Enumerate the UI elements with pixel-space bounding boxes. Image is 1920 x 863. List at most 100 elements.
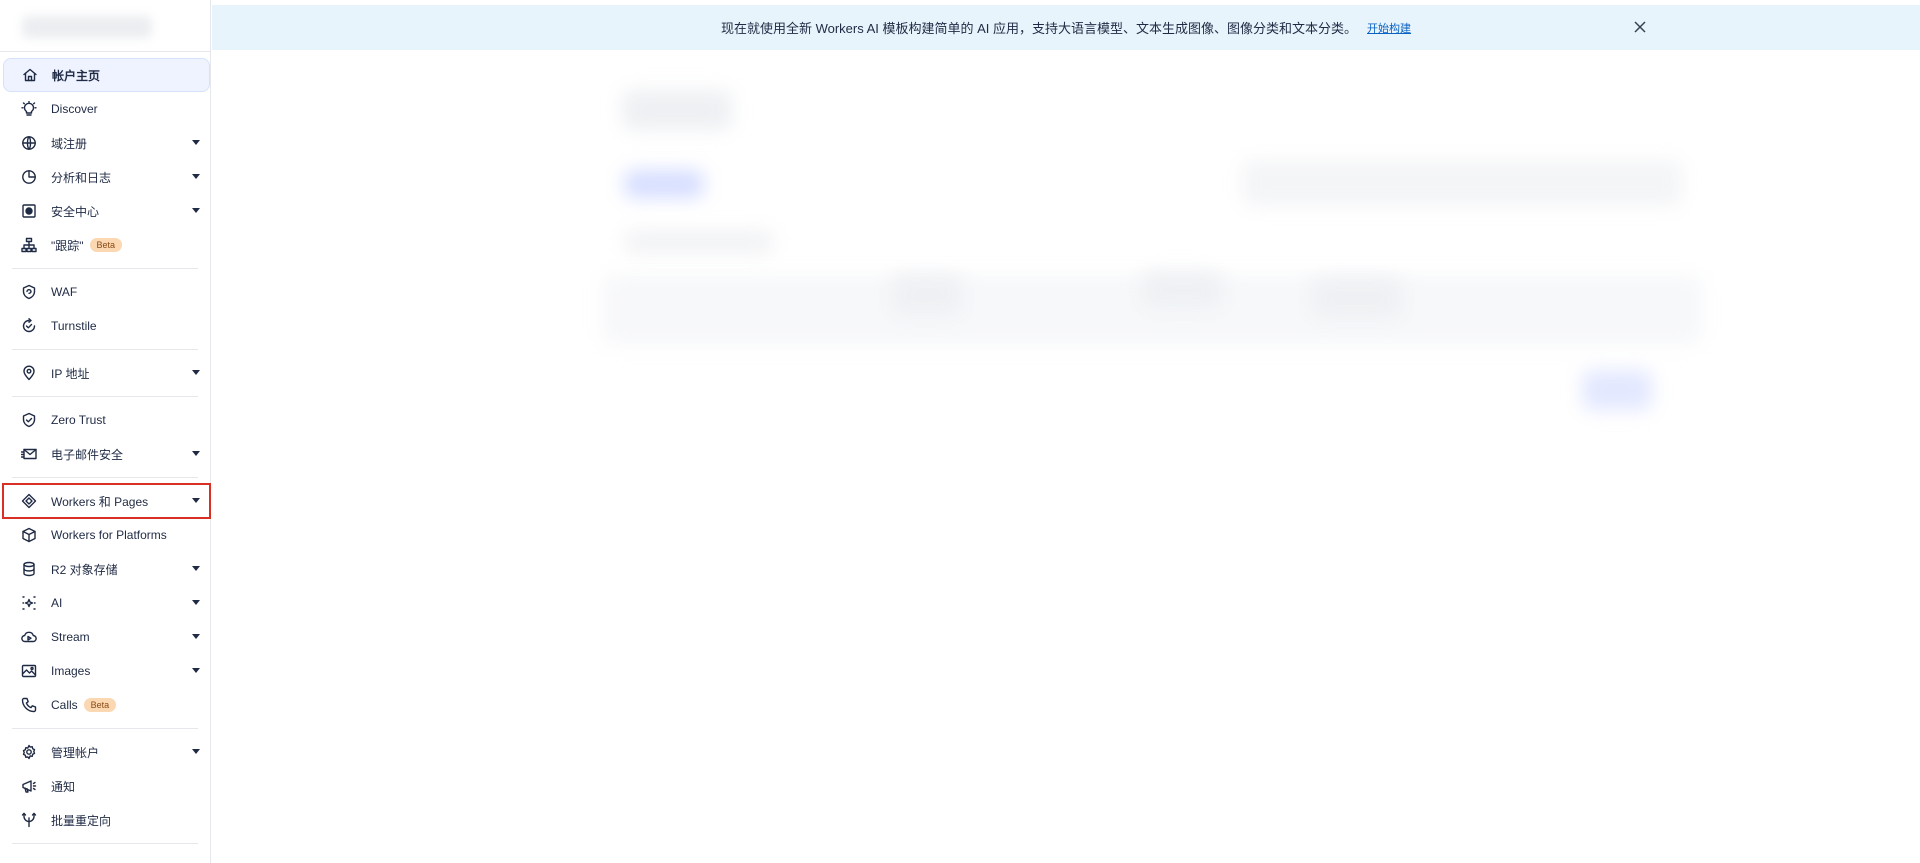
- announcement-banner: 现在就使用全新 Workers AI 模板构建简单的 AI 应用，支持大语言模型…: [212, 5, 1920, 50]
- home-icon: [22, 67, 38, 83]
- chevron-down-icon[interactable]: [192, 668, 200, 673]
- banner-start-building-link[interactable]: 开始构建: [1367, 20, 1411, 36]
- workers-icon: [21, 493, 37, 509]
- database-icon: [21, 561, 37, 577]
- sidebar-divider: [12, 728, 198, 729]
- security-center-icon: [21, 203, 37, 219]
- turnstile-icon: [21, 318, 37, 334]
- sidebar-nav: 帐户主页 Discover 域注册 分析和日志 安全中心 "跟踪" Beta W…: [0, 52, 211, 844]
- sidebar-item-notifications[interactable]: 通知: [3, 769, 210, 803]
- blurred-button: [624, 170, 704, 198]
- beta-badge: Beta: [89, 238, 123, 252]
- sidebar-item-manage-account[interactable]: 管理帐户: [3, 735, 210, 769]
- sidebar-item-turnstile[interactable]: Turnstile: [3, 309, 210, 343]
- sidebar-item-label: Stream: [51, 630, 90, 644]
- account-name-blurred: [22, 16, 152, 38]
- banner-text: 现在就使用全新 Workers AI 模板构建简单的 AI 应用，支持大语言模型…: [720, 21, 1358, 36]
- sidebar-divider: [12, 349, 198, 350]
- sidebar-item-waf[interactable]: WAF: [3, 275, 210, 309]
- sidebar-divider: [12, 843, 198, 844]
- sidebar-item-r2[interactable]: R2 对象存储: [3, 552, 210, 586]
- sidebar-item-label: 通知: [51, 779, 76, 794]
- sidebar-item-label: 管理帐户: [51, 745, 100, 760]
- sidebar-item-security[interactable]: 安全中心: [3, 194, 210, 228]
- sidebar-item-label: AI: [51, 596, 63, 610]
- sidebar-item-workers-for-platforms[interactable]: Workers for Platforms: [3, 518, 210, 552]
- chevron-down-icon[interactable]: [192, 566, 200, 571]
- sidebar-item-label: Calls: [51, 698, 78, 712]
- cube-icon: [21, 527, 37, 543]
- globe-icon: [21, 135, 37, 151]
- sidebar-item-label: IP 地址: [51, 366, 90, 381]
- account-switcher[interactable]: [0, 0, 210, 52]
- sidebar-item-bulk-redirects[interactable]: 批量重定向: [3, 803, 210, 837]
- blurred-title: [622, 90, 732, 130]
- sidebar-item-ai[interactable]: AI: [3, 586, 210, 620]
- chevron-down-icon[interactable]: [192, 370, 200, 375]
- sidebar-item-stream[interactable]: Stream: [3, 620, 210, 654]
- sidebar-item-label: 批量重定向: [51, 813, 112, 828]
- sidebar-item-label: 安全中心: [51, 204, 100, 219]
- sidebar-item-domains[interactable]: 域注册: [3, 126, 210, 160]
- sidebar-item-trace[interactable]: "跟踪" Beta: [3, 228, 210, 262]
- cloud-play-icon: [21, 629, 37, 645]
- sidebar-item-images[interactable]: Images: [3, 654, 210, 688]
- blurred-subtitle: [624, 230, 774, 254]
- blurred-action: [1582, 370, 1652, 410]
- main-content-blurred: [212, 50, 1920, 863]
- shield-icon: [21, 284, 37, 300]
- sidebar-item-ip[interactable]: IP 地址: [3, 356, 210, 390]
- sidebar-item-label: Workers for Platforms: [51, 528, 167, 542]
- sidebar-item-calls[interactable]: Calls Beta: [3, 688, 210, 722]
- shield-check-icon: [21, 412, 37, 428]
- lightbulb-icon: [21, 101, 37, 117]
- blurred-cell: [1142, 272, 1222, 308]
- blurred-cell: [892, 275, 962, 315]
- envelope-icon: [21, 446, 37, 462]
- sidebar-item-label: Workers 和 Pages: [51, 494, 149, 509]
- sidebar-item-label: 电子邮件安全: [51, 447, 124, 462]
- app-root: 帐户主页 Discover 域注册 分析和日志 安全中心 "跟踪" Beta W…: [0, 0, 1920, 863]
- image-icon: [21, 663, 37, 679]
- megaphone-icon: [21, 778, 37, 794]
- blurred-search: [1242, 160, 1682, 206]
- chevron-down-icon[interactable]: [192, 174, 200, 179]
- sparkle-icon: [21, 595, 37, 611]
- sidebar-item-label: R2 对象存储: [51, 562, 118, 577]
- sidebar-item-label: Discover: [51, 102, 98, 116]
- sidebar: 帐户主页 Discover 域注册 分析和日志 安全中心 "跟踪" Beta W…: [0, 0, 211, 863]
- sidebar-item-label: Images: [51, 664, 91, 678]
- sidebar-item-analytics[interactable]: 分析和日志: [3, 160, 210, 194]
- chevron-down-icon[interactable]: [192, 208, 200, 213]
- sidebar-item-label: 分析和日志: [51, 170, 112, 185]
- sidebar-item-label: 域注册: [51, 136, 88, 151]
- sidebar-item-discover[interactable]: Discover: [3, 92, 210, 126]
- sidebar-item-label: Zero Trust: [51, 413, 106, 427]
- chevron-down-icon[interactable]: [192, 140, 200, 145]
- redirect-icon: [21, 812, 37, 828]
- location-pin-icon: [21, 365, 37, 381]
- sidebar-divider: [12, 268, 198, 269]
- sidebar-item-email-security[interactable]: 电子邮件安全: [3, 437, 210, 471]
- phone-icon: [21, 697, 37, 713]
- sidebar-item-home[interactable]: 帐户主页: [3, 58, 210, 92]
- gear-icon: [21, 744, 37, 760]
- chevron-down-icon[interactable]: [192, 634, 200, 639]
- sidebar-item-workers-pages[interactable]: Workers 和 Pages: [2, 483, 211, 519]
- sidebar-divider: [12, 477, 198, 478]
- hierarchy-icon: [21, 237, 37, 253]
- sidebar-item-label: WAF: [51, 285, 78, 299]
- sidebar-item-label: Turnstile: [51, 319, 97, 333]
- close-icon[interactable]: [1632, 19, 1648, 35]
- chevron-down-icon[interactable]: [192, 451, 200, 456]
- sidebar-divider: [12, 396, 198, 397]
- beta-badge: Beta: [83, 698, 117, 712]
- chevron-down-icon[interactable]: [192, 749, 200, 754]
- blurred-cell: [1312, 278, 1402, 318]
- sidebar-item-label: 帐户主页: [52, 68, 101, 83]
- sidebar-item-label: "跟踪": [51, 238, 84, 253]
- pie-chart-icon: [21, 169, 37, 185]
- sidebar-item-zero-trust[interactable]: Zero Trust: [3, 403, 210, 437]
- chevron-down-icon[interactable]: [192, 600, 200, 605]
- chevron-down-icon[interactable]: [192, 498, 200, 503]
